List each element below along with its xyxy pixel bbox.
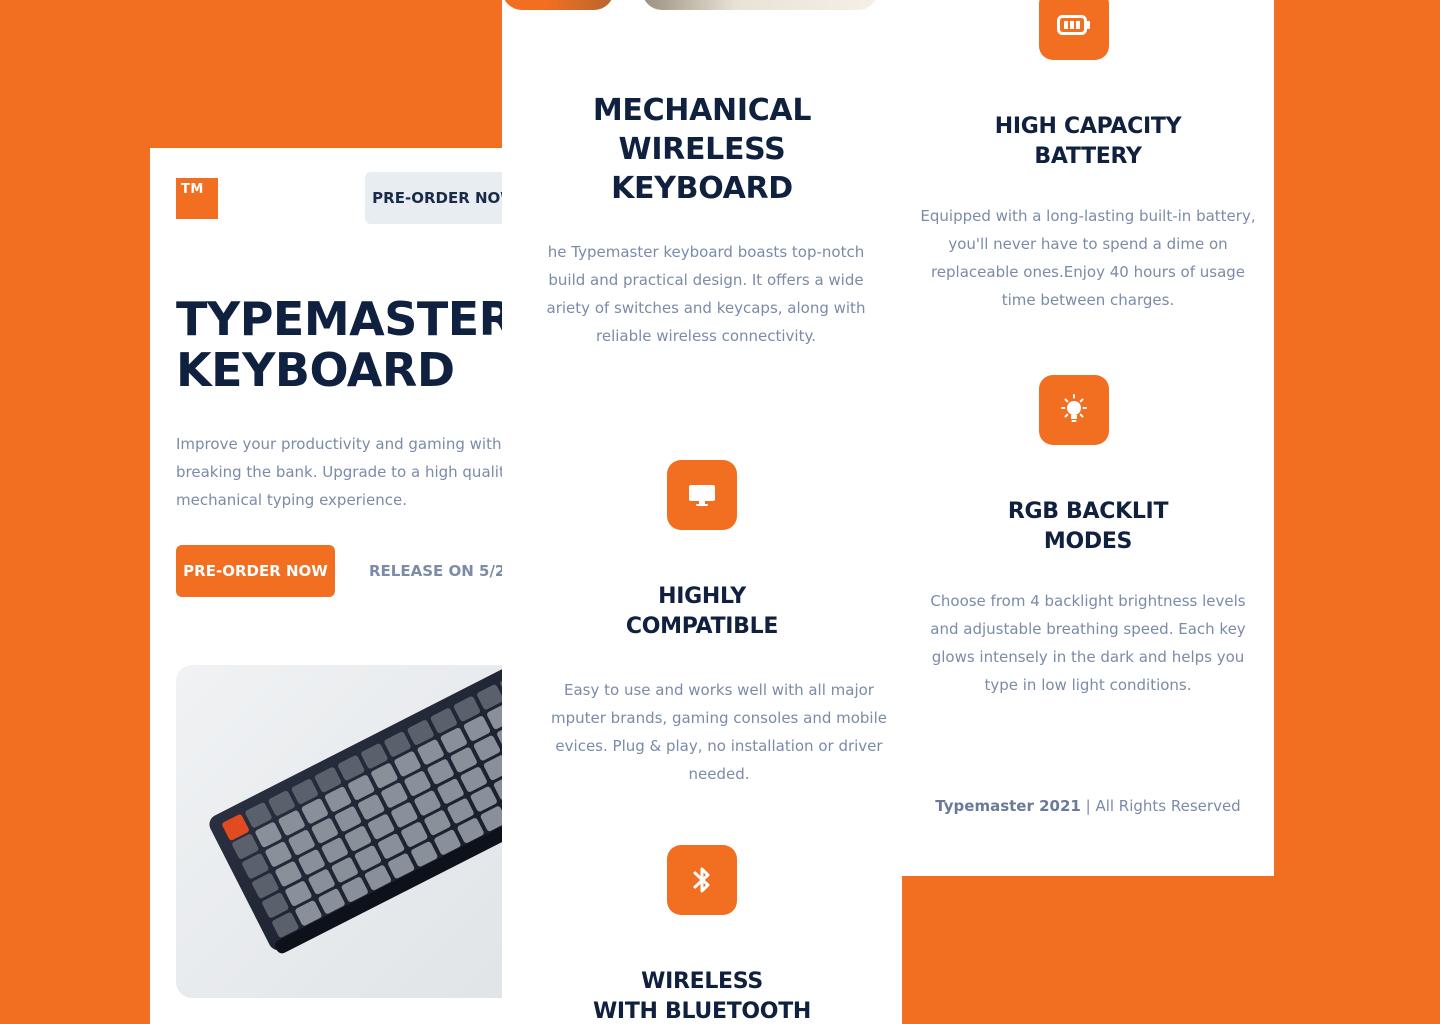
footer-separator: | (1080, 797, 1096, 815)
hero-title: TYPEMASTER KEYBOARD (176, 294, 536, 396)
feature-compatible: HIGHLY COMPATIBLE Easy to use and works … (502, 582, 902, 788)
feature-battery-title-line2: BATTERY (1034, 144, 1142, 169)
hero-title-line1: TYPEMASTER (176, 292, 514, 346)
feature-compatible-title: HIGHLY COMPATIBLE (502, 582, 902, 642)
intro-section: MECHANICAL WIRELESS KEYBOARD he Typemast… (502, 91, 902, 350)
hero-preorder-button[interactable]: PRE-ORDER NOW (176, 545, 335, 597)
feature-battery-title-line1: HIGH CAPACITY (994, 114, 1182, 139)
features-panel-middle: MECHANICAL WIRELESS KEYBOARD he Typemast… (502, 0, 902, 1024)
feature-compatible-title-line1: HIGHLY (658, 584, 746, 609)
feature-compatible-description: Easy to use and works well with all majo… (551, 681, 887, 783)
intro-title-line1: MECHANICAL (592, 93, 812, 128)
feature-rgb-title: RGB BACKLIT MODES (902, 497, 1274, 557)
feature-rgb-title-line1: RGB BACKLIT (1007, 499, 1169, 524)
intro-title-line3: KEYBOARD (611, 171, 793, 206)
release-date-link[interactable]: RELEASE ON 5/27 (369, 562, 516, 580)
top-image-left (502, 0, 614, 10)
hero-title-line2: KEYBOARD (176, 343, 455, 397)
lightbulb-icon (1039, 375, 1109, 445)
battery-icon (1039, 0, 1109, 60)
monitor-icon (667, 460, 737, 530)
feature-bluetooth-title: WIRELESS WITH BLUETOOTH (502, 967, 902, 1024)
feature-rgb-description: Choose from 4 backlight brightness level… (930, 592, 1246, 694)
feature-rgb-title-line2: MODES (1043, 529, 1133, 554)
feature-compatible-title-line2: COMPATIBLE (625, 614, 779, 639)
feature-bluetooth-title-line1: WIRELESS (641, 969, 763, 994)
intro-title-line2: WIRELESS (618, 132, 786, 167)
hero-panel: TM PRE-ORDER NOW TYPEMASTER KEYBOARD Imp… (150, 148, 550, 1024)
feature-battery-title: HIGH CAPACITY BATTERY (902, 112, 1274, 172)
keyboard-image (176, 665, 550, 998)
footer-rights: All Rights Reserved (1095, 797, 1241, 815)
footer: Typemaster 2021 | All Rights Reserved (902, 797, 1274, 815)
feature-bluetooth-title-line2: WITH BLUETOOTH (592, 999, 812, 1024)
feature-bluetooth: WIRELESS WITH BLUETOOTH (502, 967, 902, 1024)
feature-battery-description: Equipped with a long-lasting built-in ba… (920, 207, 1256, 309)
intro-title: MECHANICAL WIRELESS KEYBOARD (502, 91, 902, 208)
features-panel-right: HIGH CAPACITY BATTERY Equipped with a lo… (902, 0, 1274, 876)
hero-description: Improve your productivity and gaming wit… (176, 435, 527, 509)
logo[interactable]: TM (176, 178, 218, 219)
header-preorder-button[interactable]: PRE-ORDER NOW (365, 172, 524, 224)
keyboard-illustration (209, 665, 550, 954)
footer-brand: Typemaster 2021 (935, 797, 1081, 815)
feature-battery: HIGH CAPACITY BATTERY Equipped with a lo… (902, 112, 1274, 314)
bluetooth-icon (667, 845, 737, 915)
intro-description: he Typemaster keyboard boasts top-notch … (546, 243, 866, 345)
top-image-right (642, 0, 878, 10)
feature-rgb: RGB BACKLIT MODES Choose from 4 backligh… (902, 497, 1274, 699)
